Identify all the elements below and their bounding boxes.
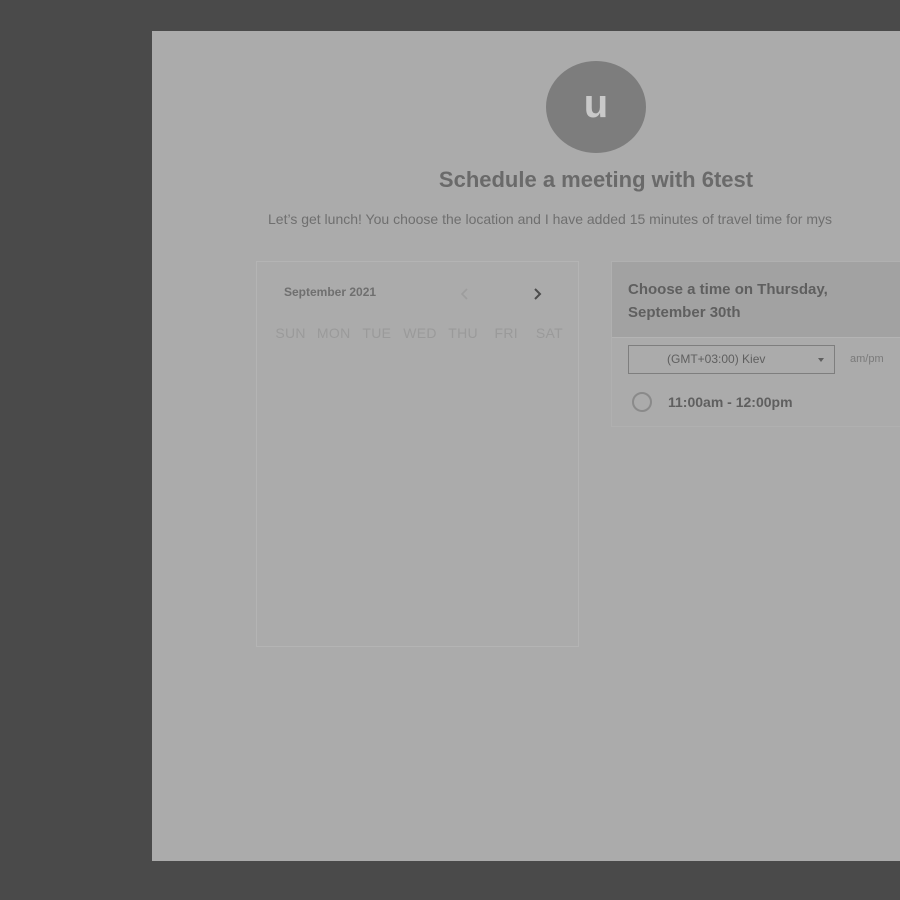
calendar-month-label: September 2021 (284, 285, 377, 299)
weekday-sat: SAT (535, 325, 563, 341)
time-slot-label: 11:00am - 12:00pm (668, 394, 793, 410)
weekday-mon: MON (316, 325, 351, 341)
avatar: u (546, 61, 646, 153)
weekday-thu: THU (448, 325, 478, 341)
weekday-fri: FRI (494, 325, 518, 341)
calendar: September 2021 SUN MON TUE WED THU FRI S… (256, 261, 579, 647)
chevron-right-icon (534, 288, 542, 300)
time-format-toggle[interactable]: am/pm (850, 353, 884, 365)
radio-circle-icon[interactable] (632, 392, 652, 412)
time-selection-panel: Choose a time on Thursday, September 30t… (611, 261, 900, 427)
weekday-header: SUN MON TUE WED THU FRI SAT (269, 325, 571, 341)
avatar-letter: u (583, 82, 609, 126)
weekday-wed: WED (403, 325, 437, 341)
dropdown-caret-icon (818, 358, 824, 362)
weekday-sun: SUN (275, 325, 306, 341)
scheduling-page: u Schedule a meeting with 6test Let’s ge… (152, 31, 900, 861)
chevron-left-icon (460, 288, 468, 300)
time-panel-title: Choose a time on Thursday, September 30t… (628, 281, 828, 321)
timezone-value: (GMT+03:00) Kiev (667, 352, 766, 366)
prev-month-button[interactable] (455, 284, 475, 304)
timezone-select[interactable]: (GMT+03:00) Kiev (628, 345, 835, 374)
page-title: Schedule a meeting with 6test (438, 167, 754, 192)
meeting-description: Let’s get lunch! You choose the location… (268, 211, 832, 227)
time-panel-header: Choose a time on Thursday, September 30t… (612, 262, 900, 338)
next-month-button[interactable] (527, 284, 547, 304)
time-slot-option[interactable]: 11:00am - 12:00pm (632, 392, 793, 412)
weekday-tue: TUE (362, 325, 392, 341)
